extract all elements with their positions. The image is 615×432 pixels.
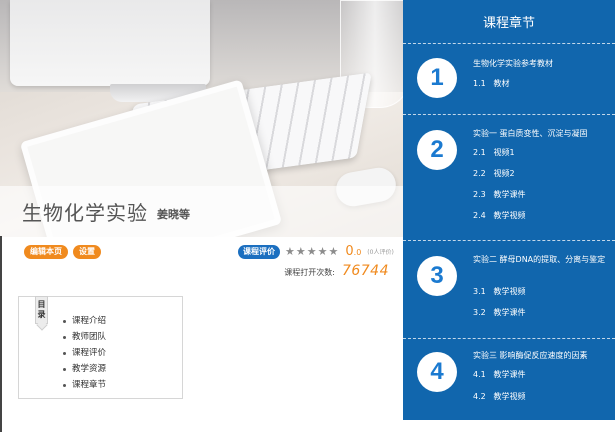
chapter-item-3-2[interactable]: 3.2 教学课件: [473, 307, 526, 318]
toc-item-review[interactable]: 课程评价: [63, 345, 106, 361]
chapter-panel: 课程章节 1 生物化学实验参考教材 1.1 教材 2 实验一 蛋白质变性、沉淀与…: [403, 0, 615, 420]
chapter-item-label: 教学课件: [493, 190, 526, 199]
rating-score-int: 0: [345, 244, 354, 259]
chapter-panel-title: 课程章节: [403, 0, 615, 44]
rating-count: (0人评价): [367, 249, 394, 256]
toc-bookmark-badge: 目 录: [35, 296, 48, 324]
star-icon[interactable]: ★: [296, 245, 306, 259]
chapter-item-2-2[interactable]: 2.2 视频2: [473, 168, 515, 179]
bullet-icon: [63, 319, 66, 323]
course-cover-image: 生物化学实验 姜晓等: [0, 0, 403, 237]
chapter-item-label: 教学视频: [493, 211, 526, 220]
chapter-item-number: 1.1: [473, 79, 486, 88]
chapter-item-label: 视频2: [493, 169, 515, 178]
bullet-icon: [63, 383, 66, 387]
star-icon[interactable]: ★: [285, 245, 295, 259]
chapter-title-1[interactable]: 生物化学实验参考教材: [473, 58, 607, 70]
chapter-item-2-3[interactable]: 2.3 教学课件: [473, 189, 526, 200]
chapter-item-label: 教学课件: [493, 308, 526, 317]
star-icon[interactable]: ★: [329, 245, 339, 259]
view-count-label: 课程打开次数:: [284, 268, 335, 277]
chapter-item-3-1[interactable]: 3.1 教学视频: [473, 286, 526, 297]
chapter-number-3: 3: [417, 256, 457, 296]
chapter-item-label: 教学课件: [493, 370, 526, 379]
course-rating: 课程评价 ★ ★ ★ ★ ★ 0.0 (0人评价): [238, 244, 394, 259]
bullet-icon: [63, 367, 66, 371]
chapter-number-2: 2: [417, 130, 457, 170]
chapter-title-2[interactable]: 实验一 蛋白质变性、沉淀与凝固: [473, 128, 607, 140]
chapter-divider: [403, 240, 615, 241]
toc-badge-char: 录: [37, 310, 46, 319]
chapter-title-4[interactable]: 实验三 影响酶促反应速度的因素: [473, 350, 607, 362]
chapter-item-label: 教学视频: [493, 287, 526, 296]
toc-item-resources[interactable]: 教学资源: [63, 361, 106, 377]
cover-monitor: [10, 0, 210, 86]
toc-item-label: 教学资源: [72, 364, 107, 374]
chapter-divider: [403, 338, 615, 339]
course-review-button[interactable]: 课程评价: [238, 244, 280, 259]
chapter-divider: [403, 114, 615, 115]
chapter-item-4-1[interactable]: 4.1 教学课件: [473, 369, 526, 380]
toc-item-label: 课程章节: [72, 380, 107, 390]
edit-page-button[interactable]: 编辑本页: [24, 245, 68, 259]
toc-item-label: 课程介绍: [72, 316, 107, 326]
course-main: 生物化学实验 姜晓等 编辑本页 设置 课程评价 ★ ★ ★ ★ ★ 0.0 (0…: [0, 0, 403, 432]
course-title-bar: 生物化学实验 姜晓等: [0, 186, 403, 237]
toc-item-label: 课程评价: [72, 348, 107, 358]
course-author: 姜晓等: [157, 208, 190, 221]
toc-list: 课程介绍 教师团队 课程评价 教学资源 课程章节: [63, 313, 106, 393]
chapter-item-number: 3.1: [473, 287, 486, 296]
chapter-item-number: 2.2: [473, 169, 486, 178]
settings-button[interactable]: 设置: [73, 245, 101, 259]
chapter-item-label: 视频1: [493, 148, 515, 157]
chapter-number-1: 1: [417, 58, 457, 98]
rating-score: 0.0: [345, 244, 361, 259]
rating-score-decimal: .0: [353, 248, 362, 257]
chapter-item-1-1[interactable]: 1.1 教材: [473, 78, 510, 89]
bullet-icon: [63, 351, 66, 355]
chapter-title-3[interactable]: 实验二 酵母DNA的提取、分离与鉴定: [473, 254, 607, 266]
chapter-item-label: 教学视频: [493, 392, 526, 401]
table-of-contents: 目 录 课程介绍 教师团队 课程评价 教学资源 课程章节: [18, 296, 183, 399]
star-icon[interactable]: ★: [307, 245, 317, 259]
course-title: 生物化学实验: [22, 201, 148, 225]
chapter-item-number: 3.2: [473, 308, 486, 317]
rating-stars[interactable]: ★ ★ ★ ★ ★: [285, 245, 338, 259]
toc-item-intro[interactable]: 课程介绍: [63, 313, 106, 329]
course-view-count: 课程打开次数: 76744: [284, 263, 389, 279]
chapter-item-2-1[interactable]: 2.1 视频1: [473, 147, 515, 158]
bullet-icon: [63, 335, 66, 339]
chapter-item-label: 教材: [493, 79, 510, 88]
toc-item-label: 教师团队: [72, 332, 107, 342]
chapter-item-4-2[interactable]: 4.2 教学视频: [473, 391, 526, 402]
chapter-number-4: 4: [417, 352, 457, 392]
toc-item-chapters[interactable]: 课程章节: [63, 377, 106, 393]
chapter-item-number: 4.1: [473, 370, 486, 379]
chapter-item-number: 2.1: [473, 148, 486, 157]
view-count-number: 76744: [341, 263, 389, 279]
toc-item-team[interactable]: 教师团队: [63, 329, 106, 345]
page-actions: 编辑本页 设置: [24, 245, 101, 259]
toc-badge-char: 目: [37, 300, 46, 309]
page-edge-line: [0, 236, 2, 432]
chapter-item-number: 2.3: [473, 190, 486, 199]
chapter-item-number: 2.4: [473, 211, 486, 220]
chapter-item-2-4[interactable]: 2.4 教学视频: [473, 210, 526, 221]
star-icon[interactable]: ★: [318, 245, 328, 259]
chapter-item-number: 4.2: [473, 392, 486, 401]
